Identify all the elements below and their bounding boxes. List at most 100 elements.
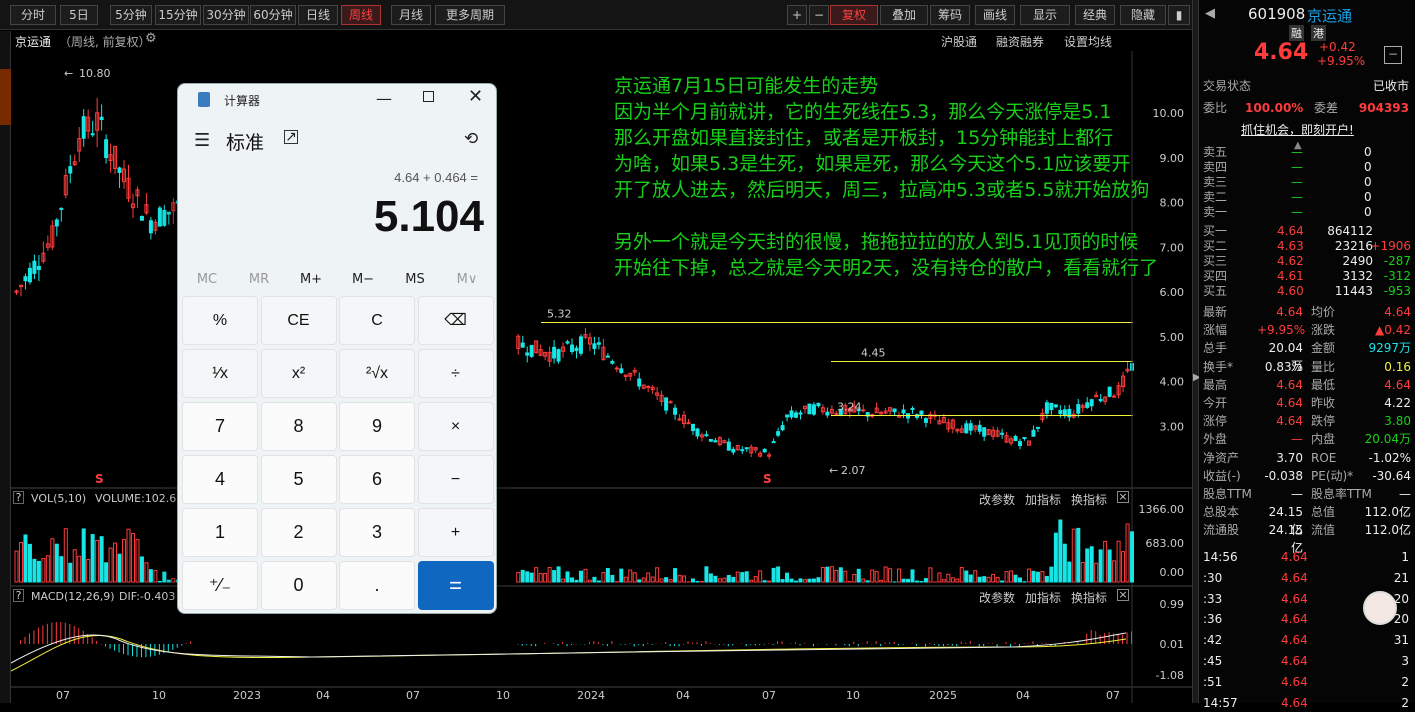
plus-button[interactable]: + <box>787 5 807 25</box>
digit-0[interactable]: 0 <box>261 561 337 610</box>
minus-key[interactable]: − <box>418 455 494 504</box>
decimal-key[interactable]: . <box>339 561 415 610</box>
pin-button[interactable]: ▮ <box>1168 5 1190 25</box>
tool-button-1[interactable]: 叠加 <box>880 5 928 25</box>
stat-label: 流通股 <box>1203 521 1239 539</box>
tick-row: :454.643 <box>1199 652 1415 670</box>
tick-time: :51 <box>1203 673 1222 691</box>
link-margin[interactable]: 融资融券 <box>996 33 1044 50</box>
link-hugutong[interactable]: 沪股通 <box>941 33 977 50</box>
square-key[interactable]: x² <box>261 349 337 398</box>
side-tab-active[interactable] <box>0 69 11 125</box>
volume-bar <box>575 580 578 582</box>
link-ma-settings[interactable]: 设置均线 <box>1064 33 1112 50</box>
volume-bar <box>69 563 72 582</box>
memory-key-5[interactable]: M∨ <box>442 272 492 287</box>
volume-bar <box>853 575 856 582</box>
prev-stock-arrow-icon[interactable]: ◀ <box>1205 6 1215 21</box>
period-2[interactable]: 5分钟 <box>110 5 152 25</box>
digit-9[interactable]: 9 <box>339 402 415 451</box>
minimize-button[interactable]: — <box>376 89 392 108</box>
digit-2[interactable]: 2 <box>261 508 337 557</box>
period-3[interactable]: 15分钟 <box>155 5 201 25</box>
clear-key[interactable]: C <box>339 296 415 345</box>
candle-body <box>1014 437 1017 441</box>
period-0[interactable]: 分时 <box>10 5 56 25</box>
assistant-avatar[interactable] <box>1363 591 1397 625</box>
left-side-strip[interactable] <box>0 31 11 703</box>
period-6[interactable]: 日线 <box>298 5 338 25</box>
volume-bar <box>754 577 757 582</box>
negate-key[interactable]: ⁺⁄₋ <box>182 561 258 610</box>
macd-change-params[interactable]: 改参数 <box>979 589 1015 606</box>
macd-close-icon[interactable]: × <box>1117 589 1129 601</box>
tool-button-6[interactable]: 隐藏 <box>1120 5 1166 25</box>
plus-key[interactable]: + <box>418 508 494 557</box>
memory-key-2[interactable]: M+ <box>286 272 336 287</box>
help-icon[interactable]: ? <box>13 491 24 504</box>
memory-key-1[interactable]: MR <box>234 272 284 287</box>
volume-bar <box>82 529 85 582</box>
period-5[interactable]: 60分钟 <box>250 5 296 25</box>
equals-key[interactable]: = <box>418 561 494 610</box>
open-account-link[interactable]: 抓住机会，即刻开户! <box>1241 121 1354 139</box>
digit-4[interactable]: 4 <box>182 455 258 504</box>
stat-value: — <box>1257 485 1303 503</box>
trade-status-label: 交易状态 <box>1203 77 1251 95</box>
minus-button[interactable]: − <box>809 5 829 25</box>
sell-price: — <box>1291 203 1303 221</box>
digit-5[interactable]: 5 <box>261 455 337 504</box>
digit-8[interactable]: 8 <box>261 402 337 451</box>
keep-on-top-icon[interactable]: ↗ <box>284 130 298 144</box>
stat-value: 112.0亿 <box>1365 521 1411 539</box>
panel-splitter[interactable]: ▶ <box>1192 0 1199 703</box>
close-button[interactable]: ✕ <box>468 86 483 107</box>
vol-add-indicator[interactable]: 加指标 <box>1025 491 1061 508</box>
backspace-key[interactable]: ⌫ <box>418 296 494 345</box>
volume-bar <box>795 581 798 582</box>
menu-hamburger-icon[interactable]: ☰ <box>194 130 210 151</box>
history-icon[interactable]: ⟲ <box>464 129 478 149</box>
period-7[interactable]: 周线 <box>341 5 381 25</box>
tool-button-2[interactable]: 筹码 <box>930 5 970 25</box>
memory-key-4[interactable]: MS <box>390 272 440 287</box>
multiply-key[interactable]: × <box>418 402 494 451</box>
period-8[interactable]: 月线 <box>391 5 431 25</box>
divide-key[interactable]: ÷ <box>418 349 494 398</box>
ce-key[interactable]: CE <box>261 296 337 345</box>
volume-bar <box>1104 541 1107 582</box>
digit-6[interactable]: 6 <box>339 455 415 504</box>
help-icon[interactable]: ? <box>13 589 24 602</box>
tool-button-0[interactable]: 复权 <box>830 5 878 25</box>
digit-3[interactable]: 3 <box>339 508 415 557</box>
settings-gear-icon[interactable]: ⚙ <box>145 31 157 46</box>
memory-key-3[interactable]: M− <box>338 272 388 287</box>
s-marker: S <box>95 472 104 486</box>
digit-7[interactable]: 7 <box>182 402 258 451</box>
buy-row: 买五4.6011443-953 <box>1199 282 1415 300</box>
tool-button-4[interactable]: 显示 <box>1020 5 1070 25</box>
digit-1[interactable]: 1 <box>182 508 258 557</box>
volume-bar <box>526 572 529 582</box>
period-1[interactable]: 5日 <box>60 5 98 25</box>
period-4[interactable]: 30分钟 <box>203 5 249 25</box>
tool-button-5[interactable]: 经典 <box>1075 5 1115 25</box>
period-9[interactable]: 更多周期 <box>435 5 505 25</box>
memory-key-0[interactable]: MC <box>182 272 232 287</box>
percent-key[interactable]: % <box>182 296 258 345</box>
vol-close-icon[interactable]: × <box>1117 491 1129 503</box>
volume-bar <box>1054 533 1057 582</box>
volume-bar <box>517 572 520 582</box>
reciprocal-key[interactable]: ¹⁄x <box>182 349 258 398</box>
tool-button-3[interactable]: 画线 <box>975 5 1015 25</box>
candle-body <box>530 345 533 356</box>
vol-change-params[interactable]: 改参数 <box>979 491 1015 508</box>
candle-body <box>1108 387 1111 396</box>
volume-bar <box>808 579 811 582</box>
macd-add-indicator[interactable]: 加指标 <box>1025 589 1061 606</box>
macd-switch-indicator[interactable]: 换指标 <box>1071 589 1107 606</box>
sqrt-key[interactable]: ²√x <box>339 349 415 398</box>
maximize-button[interactable] <box>423 91 434 102</box>
collapse-button[interactable]: − <box>1384 46 1402 64</box>
vol-switch-indicator[interactable]: 换指标 <box>1071 491 1107 508</box>
